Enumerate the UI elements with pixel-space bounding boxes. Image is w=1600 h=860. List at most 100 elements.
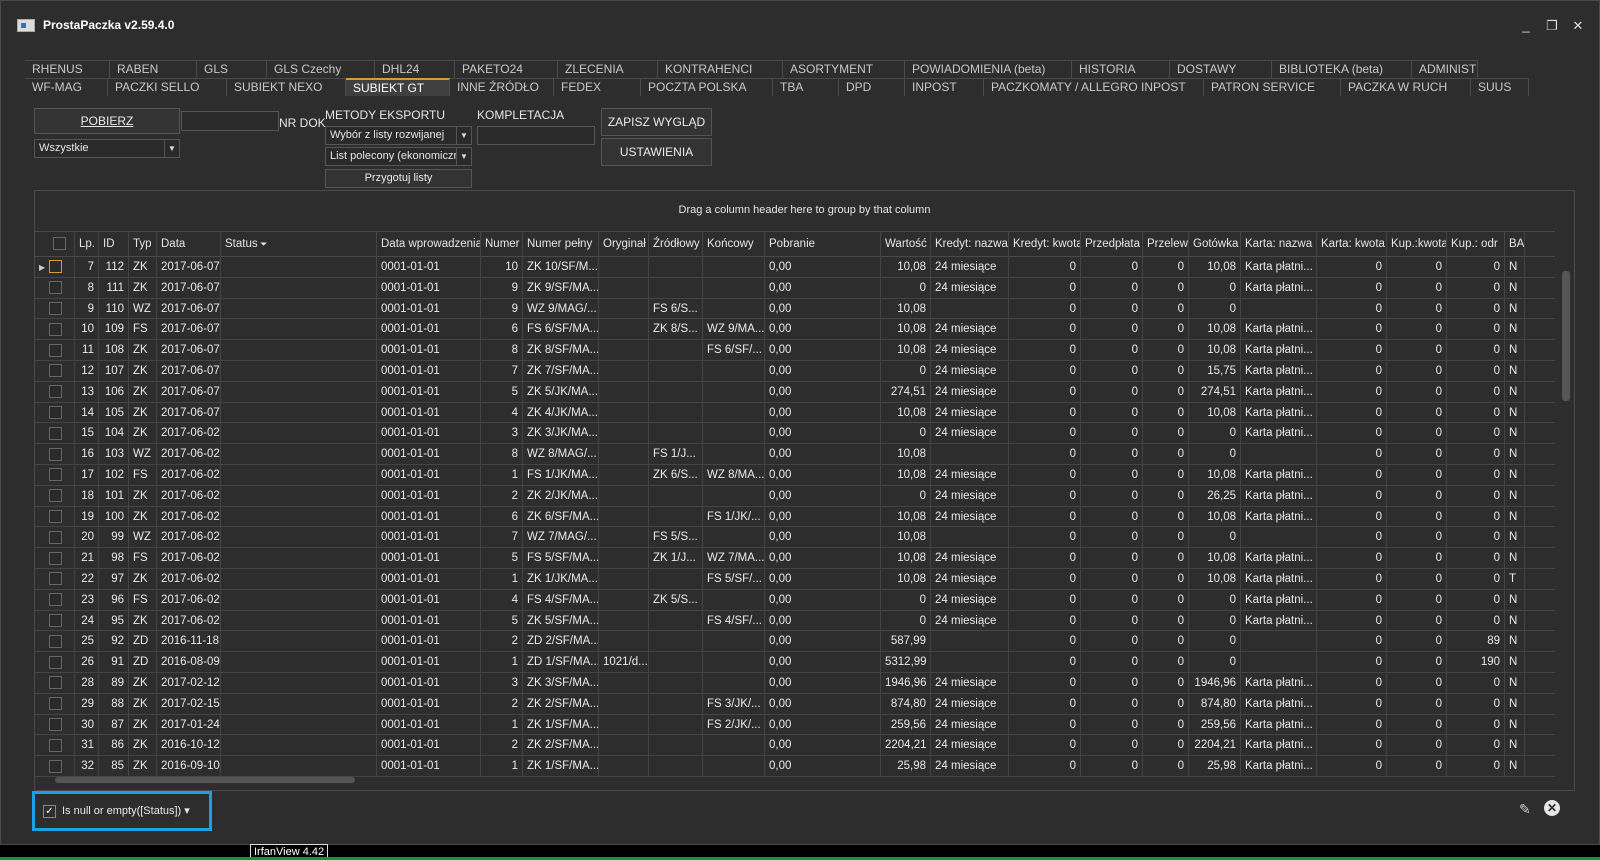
filter-enabled-checkbox[interactable]: ✓	[43, 805, 56, 818]
filter-icon[interactable]: ⏷	[258, 239, 267, 249]
table-row[interactable]: 28 89 ZK 2017-02-12 0001-01-01 3 ZK 3/SF/MA...…	[35, 672, 1555, 694]
row-selector[interactable]	[35, 444, 75, 465]
tab-kontrahenci[interactable]: KONTRAHENCI	[658, 60, 783, 78]
table-row[interactable]: 26 91 ZD 2016-08-09 0001-01-01 1 ZD 1/SF/MA...…	[35, 652, 1555, 673]
table-row[interactable]: 29 88 ZK 2017-02-15 0001-01-01 2 ZK 2/SF/MA...…	[35, 693, 1555, 715]
row-selector[interactable]	[35, 360, 75, 381]
table-row[interactable]: 15 104 ZK 2017-06-02 0001-01-01 3 ZK 3/JK/MA..…	[35, 423, 1555, 445]
kompletacja-input[interactable]	[477, 126, 595, 145]
row-checkbox[interactable]	[49, 759, 62, 773]
table-row[interactable]: 25 92 ZD 2016-11-18 0001-01-01 2 ZD 2/SF/MA...…	[35, 631, 1555, 653]
table-row[interactable]: 19 100 ZK 2017-06-02 0001-01-01 6 ZK 6/SF/MA..…	[35, 506, 1555, 528]
maximize-button[interactable]: ❐	[1545, 19, 1559, 33]
metody-select-1[interactable]: Wybór z listy rozwijanej ▼	[325, 126, 472, 145]
table-row[interactable]: 11 108 ZK 2017-06-07 0001-01-01 8 ZK 8/SF/MA..…	[35, 340, 1555, 361]
table-row[interactable]: 17 102 FS 2017-06-02 0001-01-01 1 FS 1/JK/MA..…	[35, 464, 1555, 486]
row-selector[interactable]	[35, 568, 75, 589]
tab-subiekt-nexo[interactable]: SUBIEKT NEXO	[227, 78, 346, 96]
tab-suus[interactable]: SUUS	[1471, 78, 1529, 96]
row-selector[interactable]	[35, 402, 75, 423]
column-header[interactable]: Kup.: odr	[1447, 232, 1505, 257]
clear-filter-icon[interactable]: ✕	[1544, 800, 1560, 816]
column-header[interactable]: Kredyt: nazwa	[931, 232, 1009, 257]
column-header[interactable]: Numer	[481, 232, 523, 257]
nrdok-input[interactable]	[181, 111, 279, 131]
row-selector[interactable]	[35, 589, 75, 610]
row-selector[interactable]	[35, 340, 75, 361]
zapisz-wyglad-button[interactable]: ZAPISZ WYGLĄD	[601, 108, 712, 136]
tab-paketo24[interactable]: PAKETO24	[455, 60, 558, 78]
row-checkbox[interactable]	[49, 426, 62, 440]
row-checkbox[interactable]	[49, 489, 62, 503]
tab-dpd[interactable]: DPD	[839, 78, 905, 96]
table-row[interactable]: 30 87 ZK 2017-01-24 0001-01-01 1 ZK 1/SF/MA...…	[35, 714, 1555, 736]
row-selector[interactable]	[35, 548, 75, 569]
row-checkbox[interactable]	[49, 406, 62, 420]
column-header[interactable]: Karta: kwota	[1317, 232, 1387, 257]
row-selector[interactable]	[35, 714, 75, 735]
tab-dhl24[interactable]: DHL24	[375, 60, 455, 78]
group-by-panel[interactable]: Drag a column header here to group by th…	[35, 191, 1574, 231]
row-selector[interactable]	[35, 735, 75, 756]
row-selector[interactable]: ▶	[35, 257, 75, 277]
tab-biblioteka-beta-[interactable]: BIBLIOTEKA (beta)	[1272, 60, 1412, 78]
column-header[interactable]: Gotówka	[1189, 232, 1241, 257]
scroll-thumb[interactable]	[55, 777, 355, 783]
row-selector[interactable]	[35, 464, 75, 485]
table-row[interactable]: 9 110 WZ 2017-06-07 0001-01-01 9 WZ 9/MAG/... F…	[35, 298, 1555, 320]
table-row[interactable]: 8 111 ZK 2017-06-07 0001-01-01 9 ZK 9/SF/MA...…	[35, 277, 1555, 299]
row-checkbox[interactable]	[49, 385, 62, 399]
ustawienia-button[interactable]: USTAWIENIA	[601, 138, 712, 166]
row-checkbox[interactable]	[49, 593, 62, 607]
row-checkbox[interactable]	[49, 260, 62, 274]
row-selector[interactable]	[35, 610, 75, 631]
table-row[interactable]: ▶ 7 112 ZK 2017-06-07 0001-01-01 10 ZK 10/SF/M.…	[35, 257, 1555, 278]
tab-subiekt-gt[interactable]: SUBIEKT GT	[346, 78, 450, 96]
tab-patron-service[interactable]: PATRON SERVICE	[1204, 78, 1341, 96]
tab-gls[interactable]: GLS	[197, 60, 267, 78]
row-selector[interactable]	[35, 298, 75, 319]
table-row[interactable]: 20 99 WZ 2017-06-02 0001-01-01 7 WZ 7/MAG/... F…	[35, 527, 1555, 549]
pobierz-button[interactable]: POBIERZ	[34, 108, 180, 134]
tab-fedex[interactable]: FEDEX	[554, 78, 641, 96]
column-header[interactable]: Pobranie	[765, 232, 881, 257]
tab-paczki-sello[interactable]: PACZKI SELLO	[108, 78, 227, 96]
column-header[interactable]: Numer pełny	[523, 232, 599, 257]
table-row[interactable]: 18 101 ZK 2017-06-02 0001-01-01 2 ZK 2/JK/MA..…	[35, 485, 1555, 507]
column-header[interactable]: Data wprowadzenia	[377, 232, 481, 257]
column-header[interactable]: BA	[1505, 232, 1525, 257]
scroll-thumb[interactable]	[1562, 271, 1570, 401]
row-selector[interactable]	[35, 527, 75, 548]
row-selector[interactable]	[35, 693, 75, 714]
column-header[interactable]: Data	[157, 232, 221, 257]
tab-tba[interactable]: TBA	[773, 78, 839, 96]
tab-paczkomaty-allegro-inpost[interactable]: PACZKOMATY / ALLEGRO INPOST	[984, 78, 1204, 96]
row-checkbox[interactable]	[49, 322, 62, 336]
column-header[interactable]: Karta: nazwa	[1241, 232, 1317, 257]
column-header[interactable]: Kup.:kwota	[1387, 232, 1447, 257]
row-checkbox[interactable]	[49, 634, 62, 648]
tab-administracja[interactable]: ADMINISTRACJA	[1412, 60, 1478, 78]
row-selector[interactable]	[35, 381, 75, 402]
table-row[interactable]: 31 86 ZK 2016-10-12 0001-01-01 2 ZK 2/SF/MA...…	[35, 735, 1555, 757]
tab-gls-czechy[interactable]: GLS Czechy	[267, 60, 375, 78]
column-header[interactable]: Przedpłata	[1081, 232, 1143, 257]
filter-expression[interactable]: Is null or empty([Status]) ▾	[62, 804, 190, 817]
vertical-scrollbar[interactable]	[1560, 257, 1572, 772]
table-row[interactable]: 32 85 ZK 2016-09-10 0001-01-01 1 ZK 1/SF/MA...…	[35, 756, 1555, 777]
table-row[interactable]: 10 109 FS 2017-06-07 0001-01-01 6 FS 6/SF/MA..…	[35, 319, 1555, 341]
tab-raben[interactable]: RABEN	[110, 60, 197, 78]
table-row[interactable]: 12 107 ZK 2017-06-07 0001-01-01 7 ZK 7/SF/MA..…	[35, 360, 1555, 382]
tab-inpost[interactable]: INPOST	[905, 78, 984, 96]
przygotuj-button[interactable]: Przygotuj listy	[325, 169, 472, 188]
row-selector[interactable]	[35, 756, 75, 777]
column-header[interactable]: Oryginał	[599, 232, 649, 257]
column-header[interactable]: Lp.	[75, 232, 99, 257]
table-row[interactable]: 24 95 ZK 2017-06-02 0001-01-01 5 ZK 5/SF/MA...…	[35, 610, 1555, 632]
row-selector[interactable]	[35, 631, 75, 652]
row-checkbox[interactable]	[49, 614, 62, 628]
row-checkbox[interactable]	[49, 655, 62, 669]
row-checkbox[interactable]	[49, 302, 62, 316]
row-selector[interactable]	[35, 672, 75, 693]
select-all-checkbox[interactable]	[53, 237, 66, 251]
